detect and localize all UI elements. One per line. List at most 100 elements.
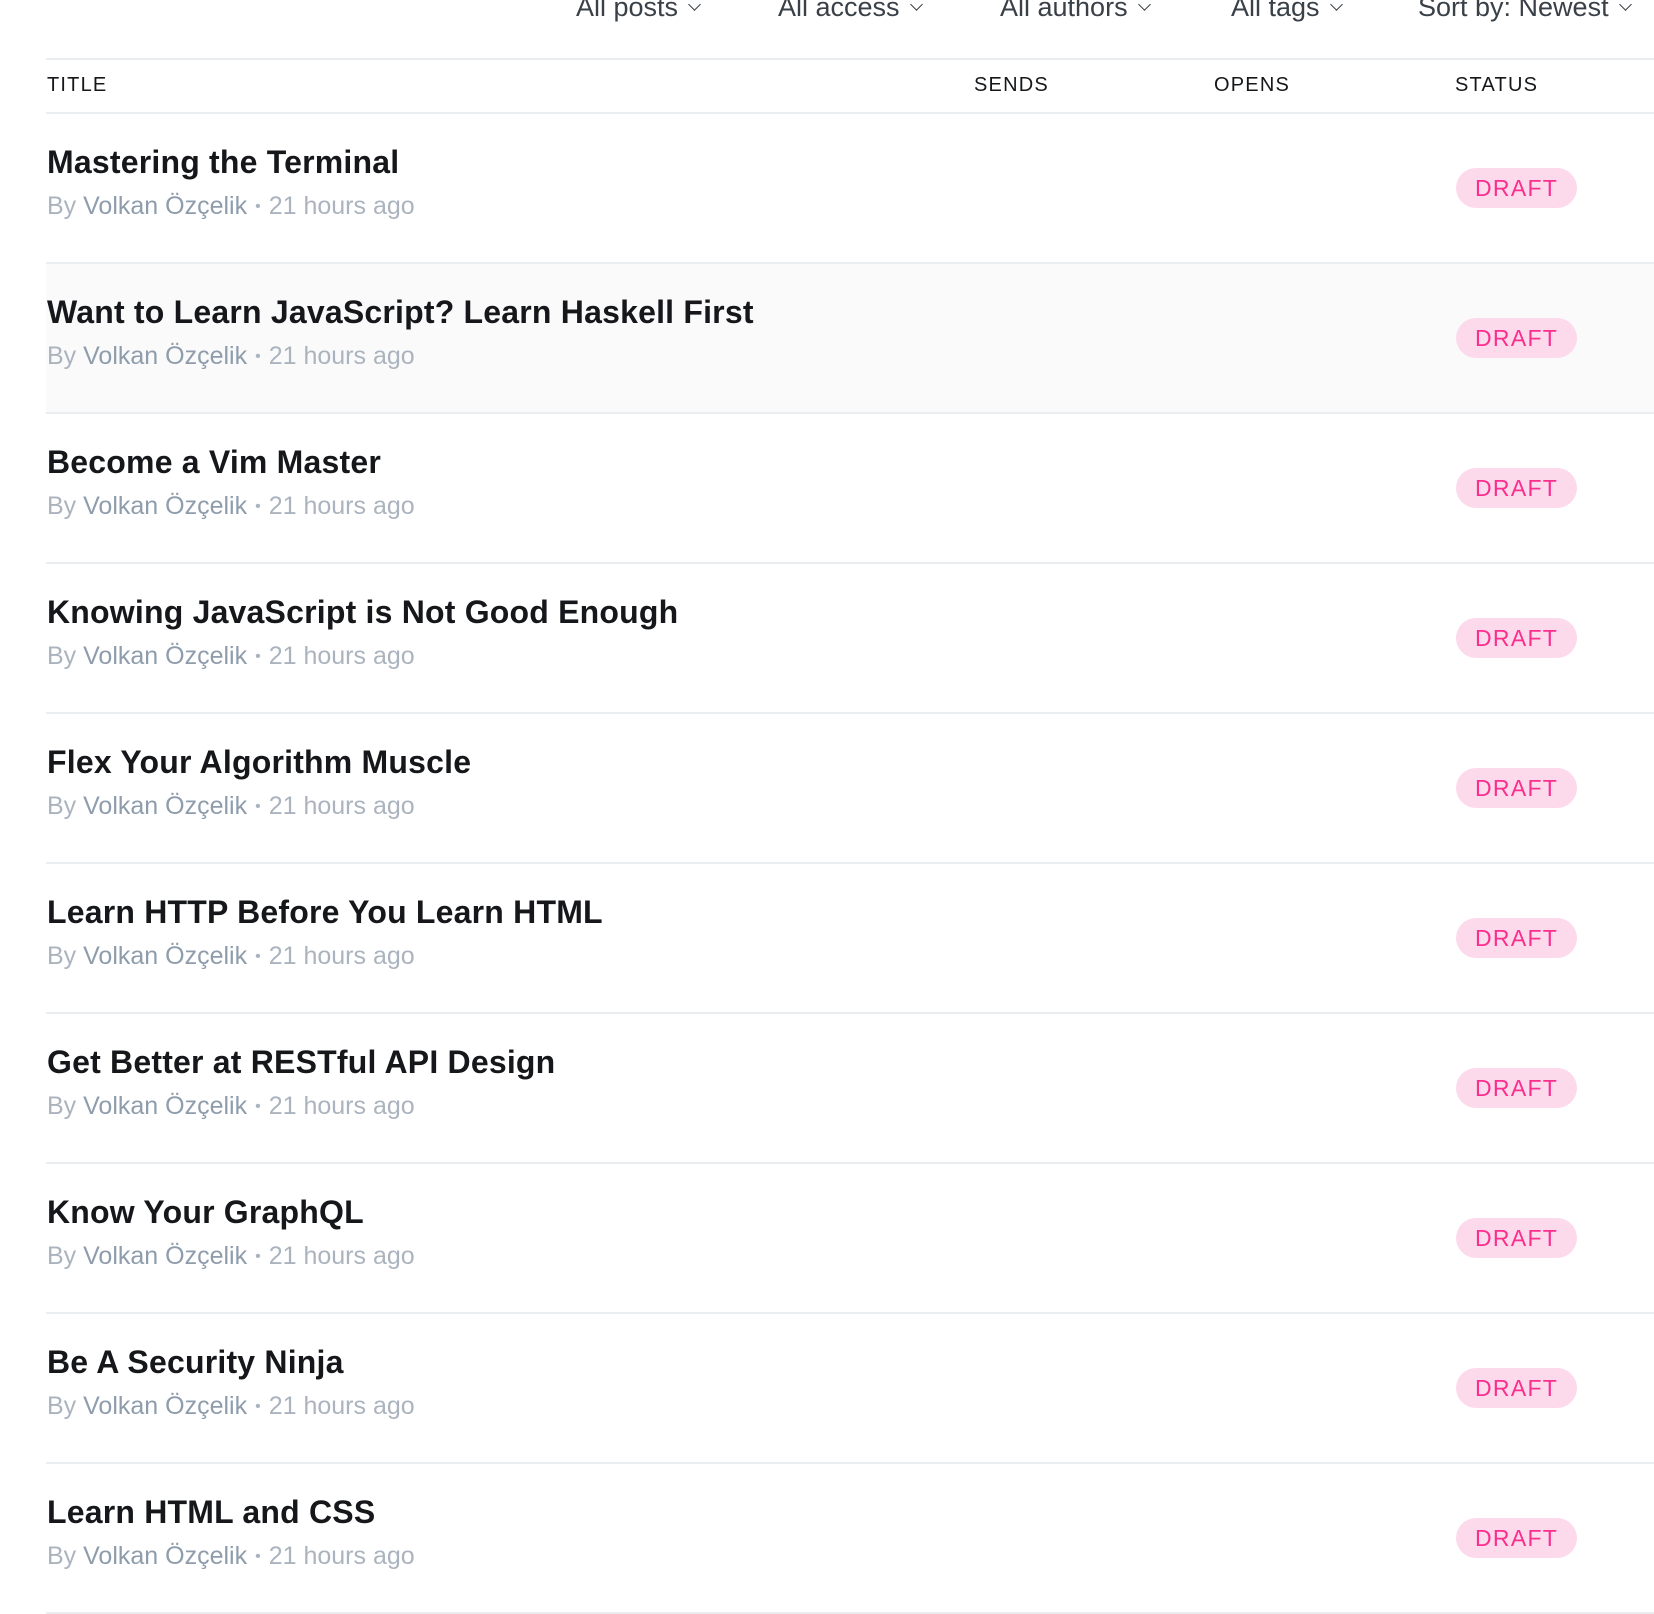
column-header-sends: SENDS	[974, 74, 1049, 96]
filter-post-type-dropdown[interactable]: All posts	[576, 0, 701, 23]
post-time: 21 hours ago	[268, 492, 415, 520]
table-row[interactable]: Get Better at RESTful API Design By Volka…	[46, 1014, 1654, 1164]
status-badge: DRAFT	[1456, 1068, 1578, 1108]
meta-prefix: By	[47, 492, 77, 520]
post-author: Volkan Özçelik	[83, 1392, 248, 1420]
meta-separator: •	[255, 798, 261, 815]
post-time: 21 hours ago	[268, 342, 415, 370]
meta-separator: •	[255, 1398, 261, 1415]
post-author: Volkan Özçelik	[83, 342, 248, 370]
sort-label: Sort by: Newest	[1418, 0, 1609, 22]
table-row[interactable]: Knowing JavaScript is Not Good Enough By …	[46, 564, 1654, 714]
table-row[interactable]: Know Your GraphQL By Volkan Özçelik • 21 ho…	[46, 1164, 1654, 1314]
table-row[interactable]: Learn HTTP Before You Learn HTML By Volka…	[46, 864, 1654, 1014]
chevron-down-icon	[1329, 0, 1343, 11]
post-time: 21 hours ago	[268, 1392, 415, 1420]
status-badge: DRAFT	[1456, 1518, 1578, 1558]
post-time: 21 hours ago	[268, 192, 415, 220]
post-title[interactable]: Want to Learn JavaScript? Learn Haskell …	[47, 294, 754, 331]
meta-prefix: By	[47, 1242, 77, 1270]
status-badge: DRAFT	[1456, 768, 1578, 808]
post-title[interactable]: Know Your GraphQL	[47, 1194, 364, 1231]
meta-prefix: By	[47, 1092, 77, 1120]
post-title[interactable]: Knowing JavaScript is Not Good Enough	[47, 594, 678, 631]
column-header-title: TITLE	[47, 74, 108, 96]
meta-prefix: By	[47, 1392, 77, 1420]
chevron-down-icon	[1137, 0, 1151, 11]
post-meta: By Volkan Özçelik • 21 hours ago	[47, 1092, 415, 1121]
post-author: Volkan Özçelik	[83, 792, 248, 820]
post-author: Volkan Özçelik	[83, 642, 248, 670]
meta-prefix: By	[47, 792, 77, 820]
post-time: 21 hours ago	[268, 942, 415, 970]
status-badge: DRAFT	[1456, 1368, 1578, 1408]
post-meta: By Volkan Özçelik • 21 hours ago	[47, 342, 415, 371]
filter-post-type-label: All posts	[576, 0, 679, 22]
meta-prefix: By	[47, 1542, 77, 1570]
post-time: 21 hours ago	[268, 1542, 415, 1570]
status-badge: DRAFT	[1456, 468, 1578, 508]
table-row[interactable]: Want to Learn JavaScript? Learn Haskell …	[46, 264, 1654, 414]
column-header-status: STATUS	[1455, 74, 1539, 96]
filter-tags-label: All tags	[1231, 0, 1320, 22]
meta-prefix: By	[47, 642, 77, 670]
post-meta: By Volkan Özçelik • 21 hours ago	[47, 1392, 415, 1421]
meta-prefix: By	[47, 942, 77, 970]
table-header: TITLE SENDS OPENS STATUS	[46, 58, 1654, 114]
status-badge: DRAFT	[1456, 618, 1578, 658]
post-author: Volkan Özçelik	[83, 492, 248, 520]
post-title[interactable]: Learn HTML and CSS	[47, 1494, 375, 1531]
post-meta: By Volkan Özçelik • 21 hours ago	[47, 642, 415, 671]
post-title[interactable]: Become a Vim Master	[47, 444, 381, 481]
table-row[interactable]: Be A Security Ninja By Volkan Özçelik • 21 …	[46, 1314, 1654, 1464]
status-badge: DRAFT	[1456, 1218, 1578, 1258]
post-title[interactable]: Be A Security Ninja	[47, 1344, 344, 1381]
table-row[interactable]: Mastering the Terminal By Volkan Özçelik •…	[46, 114, 1654, 264]
table-row[interactable]: Learn HTML and CSS By Volkan Özçelik • 21 h…	[46, 1464, 1654, 1614]
meta-separator: •	[255, 198, 261, 215]
post-meta: By Volkan Özçelik • 21 hours ago	[47, 1542, 415, 1571]
post-author: Volkan Özçelik	[83, 1242, 248, 1270]
post-time: 21 hours ago	[268, 1242, 415, 1270]
posts-list: Mastering the Terminal By Volkan Özçelik •…	[46, 114, 1654, 1614]
table-row[interactable]: Flex Your Algorithm Muscle By Volkan Özçe…	[46, 714, 1654, 864]
meta-separator: •	[255, 498, 261, 515]
filter-bar: All posts All access All authors All tag…	[0, 0, 1654, 40]
chevron-down-icon	[909, 0, 923, 11]
meta-separator: •	[255, 348, 261, 365]
meta-prefix: By	[47, 342, 77, 370]
post-title[interactable]: Get Better at RESTful API Design	[47, 1044, 555, 1081]
post-meta: By Volkan Özçelik • 21 hours ago	[47, 942, 415, 971]
chevron-down-icon	[1618, 0, 1632, 11]
post-time: 21 hours ago	[268, 642, 415, 670]
meta-separator: •	[255, 1098, 261, 1115]
status-badge: DRAFT	[1456, 918, 1578, 958]
posts-table: TITLE SENDS OPENS STATUS Mastering the T…	[46, 58, 1654, 1614]
filter-access-dropdown[interactable]: All access	[778, 0, 923, 23]
post-meta: By Volkan Özçelik • 21 hours ago	[47, 492, 415, 521]
post-meta: By Volkan Özçelik • 21 hours ago	[47, 1242, 415, 1271]
column-header-opens: OPENS	[1214, 74, 1291, 96]
filter-access-label: All access	[778, 0, 900, 22]
post-author: Volkan Özçelik	[83, 942, 248, 970]
post-meta: By Volkan Özçelik • 21 hours ago	[47, 192, 415, 221]
post-author: Volkan Özçelik	[83, 192, 248, 220]
post-title[interactable]: Flex Your Algorithm Muscle	[47, 744, 471, 781]
post-meta: By Volkan Özçelik • 21 hours ago	[47, 792, 415, 821]
filter-tags-dropdown[interactable]: All tags	[1231, 0, 1343, 23]
meta-separator: •	[255, 1548, 261, 1565]
post-time: 21 hours ago	[268, 792, 415, 820]
sort-dropdown[interactable]: Sort by: Newest	[1418, 0, 1632, 23]
filter-authors-dropdown[interactable]: All authors	[1000, 0, 1151, 23]
meta-separator: •	[255, 1248, 261, 1265]
post-title[interactable]: Mastering the Terminal	[47, 144, 399, 181]
meta-separator: •	[255, 948, 261, 965]
post-author: Volkan Özçelik	[83, 1542, 248, 1570]
post-author: Volkan Özçelik	[83, 1092, 248, 1120]
meta-separator: •	[255, 648, 261, 665]
chevron-down-icon	[688, 0, 701, 11]
table-row[interactable]: Become a Vim Master By Volkan Özçelik • 21 …	[46, 414, 1654, 564]
status-badge: DRAFT	[1456, 168, 1578, 208]
meta-prefix: By	[47, 192, 77, 220]
post-title[interactable]: Learn HTTP Before You Learn HTML	[47, 894, 603, 931]
